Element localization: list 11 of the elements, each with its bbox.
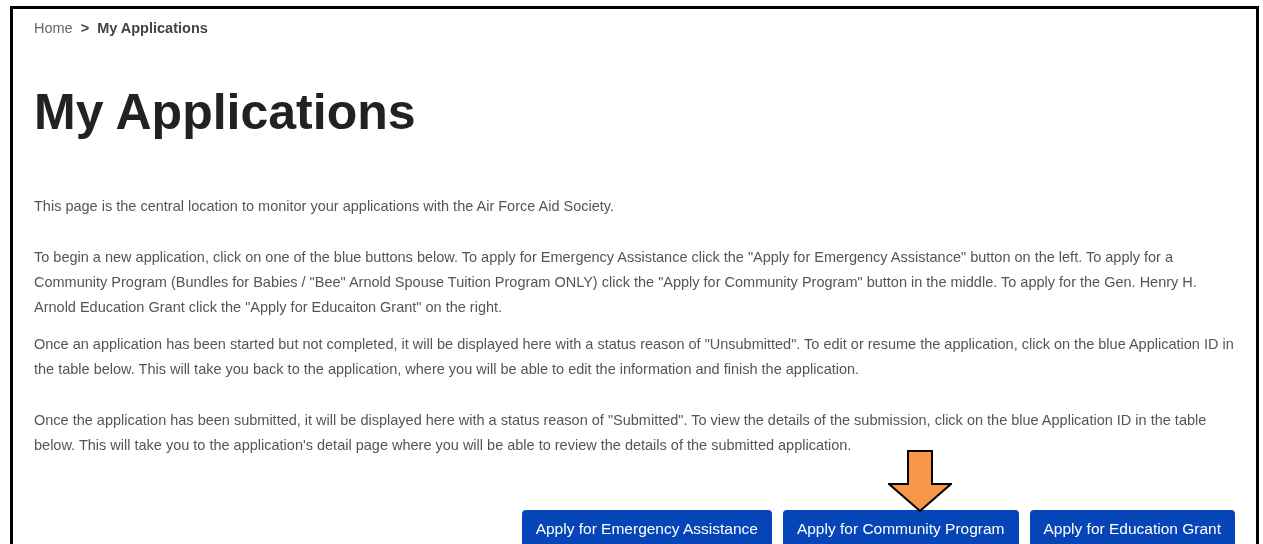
apply-button[interactable]: Apply for Education Grant (1029, 509, 1235, 544)
paragraph: This page is the central location to monitor your applications with the Air Force Aid Society. (34, 196, 616, 216)
breadcrumb-separator: > (80, 19, 90, 38)
breadcrumb-link[interactable]: Home (34, 18, 73, 40)
apply-button[interactable]: Apply for Emergency Assistance (521, 509, 772, 544)
paragraph: Once the application has been submitted, it will be displayed here with a status reason of "Submitted". To view the details of the submission, click on the blue Application ID in the table below. This will take you to the application's detail page where you will be able to review the details of the submitted application. (34, 410, 1208, 455)
paragraph: Once an application has been started but not completed, it will be displayed here with a status reason of "Unsubmitted". To edit or resume the application, click on the blue Application ID in the table below. This will take you back to the application, where you will be able to edit the information and finish the application. (34, 334, 1234, 379)
page-title: My Applications (34, 82, 417, 142)
apply-button[interactable]: Apply for Community Program (782, 509, 1019, 544)
paragraph: To begin a new application, click on one of the blue buttons below. To apply for Emergency Assistance click the "Apply for Emergency Assistance" button on the left. To apply for a Community Program (Bundles for Babies / "Bee" Arnold Spouse Tuition Program ONLY) click the "Apply for Community Program" button in the middle. To apply for the Gen. Henry H. Arnold Education Grant click the "Apply for Educaiton Grant" on the right. (34, 247, 1198, 317)
breadcrumb-current: My Applications (97, 19, 208, 38)
